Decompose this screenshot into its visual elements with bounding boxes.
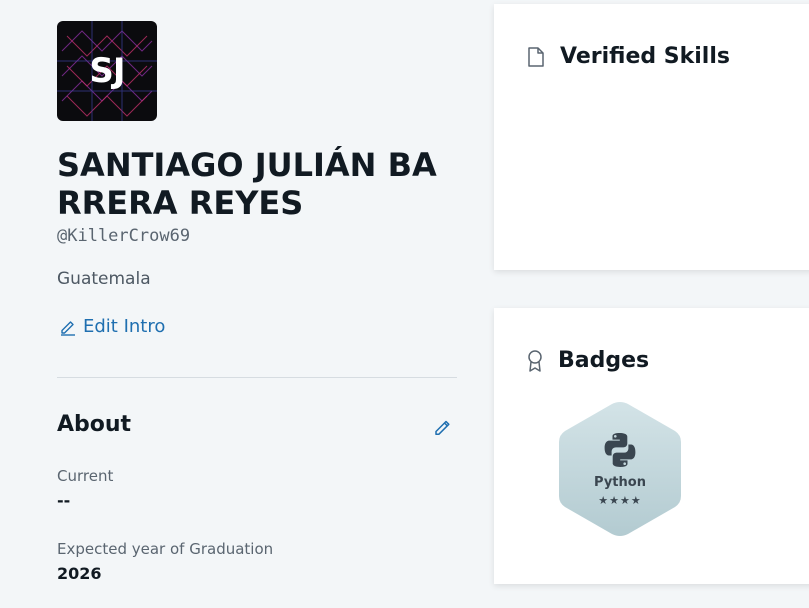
- avatar: SJ: [57, 21, 157, 121]
- current-label: Current: [57, 467, 114, 485]
- edit-intro-button[interactable]: Edit Intro: [59, 316, 165, 337]
- pencil-icon: [435, 420, 450, 436]
- verified-skills-header: Verified Skills: [526, 44, 730, 69]
- badge-stars: ★★★★: [598, 494, 642, 507]
- edit-intro-label: Edit Intro: [83, 316, 166, 337]
- badges-header: Badges: [526, 348, 649, 373]
- verified-skills-title: Verified Skills: [560, 44, 730, 69]
- avatar-initials: SJ: [89, 51, 125, 91]
- badges-title: Badges: [558, 348, 650, 373]
- document-icon: [528, 46, 544, 67]
- pencil-icon: [61, 320, 75, 336]
- current-value: --: [57, 491, 71, 510]
- about-title: About: [57, 412, 132, 437]
- profile-location: Guatemala: [57, 269, 151, 289]
- graduation-year-value: 2026: [57, 564, 102, 583]
- badge-hexagon: [559, 402, 681, 536]
- badge-name: Python: [594, 475, 646, 490]
- graduation-year-label: Expected year of Graduation: [57, 540, 274, 558]
- profile-handle: @KillerCrow69: [57, 226, 191, 246]
- python-badge[interactable]: Python ★★★★: [557, 400, 683, 538]
- verified-skills-card: Verified Skills: [494, 4, 809, 270]
- award-icon: [528, 349, 542, 372]
- badges-card: Badges Python ★★★★: [494, 308, 809, 584]
- divider: [57, 377, 457, 378]
- edit-about-button[interactable]: [433, 417, 453, 441]
- python-icon: [604, 433, 636, 467]
- profile-name: SANTIAGO JULIÁN BARRERA REYES: [57, 146, 437, 222]
